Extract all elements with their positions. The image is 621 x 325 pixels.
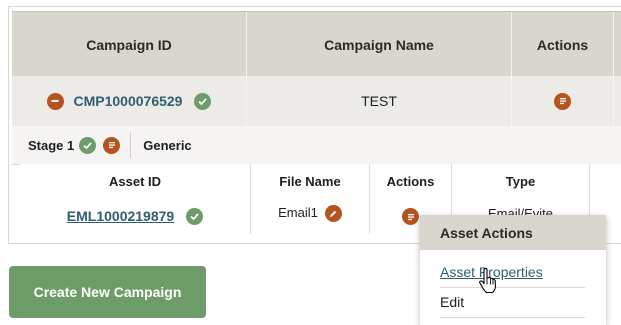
header-asset-id: Asset ID <box>108 173 162 189</box>
asset-actions-dropdown: Asset Actions Asset Properties Edit <box>420 215 606 325</box>
asset-table-header: Asset ID File Name Actions Type <box>20 164 621 199</box>
column-divider <box>589 164 590 198</box>
campaign-row: CMP1000076529 TEST <box>12 76 621 126</box>
check-icon <box>194 92 212 110</box>
actions-menu-icon[interactable] <box>554 92 571 110</box>
header-file-name: File Name <box>279 173 341 189</box>
campaign-id-cell: CMP1000076529 <box>12 76 246 126</box>
header-campaign-id: Campaign ID <box>86 36 172 53</box>
campaign-actions-cell <box>512 76 613 126</box>
menu-item-edit[interactable]: Edit <box>440 287 585 317</box>
campaign-table-header: Campaign ID Campaign Name Actions <box>12 11 621 77</box>
file-name-cell: Email1 <box>251 198 369 234</box>
header-campaign-name: Campaign Name <box>324 36 434 53</box>
column-divider <box>613 76 614 126</box>
asset-id-cell: EML1000219879 <box>20 198 250 234</box>
check-icon <box>186 207 204 225</box>
file-name: Email1 <box>278 205 318 220</box>
dropdown-title: Asset Actions <box>420 215 606 250</box>
stage-type: Generic <box>143 137 192 153</box>
stage-label: Stage 1 <box>28 137 75 153</box>
header-actions: Actions <box>536 36 589 53</box>
menu-divider <box>440 317 585 318</box>
stage-divider <box>130 132 132 158</box>
hand-pointer-icon <box>478 267 498 299</box>
create-new-campaign-button[interactable]: Create New Campaign <box>9 266 206 318</box>
check-icon <box>79 136 97 154</box>
stage-row: Stage 1 Generic <box>12 126 621 165</box>
edit-pencil-icon[interactable] <box>324 205 342 222</box>
column-divider <box>613 12 614 77</box>
campaign-id-link[interactable]: CMP1000076529 <box>74 93 183 109</box>
asset-id-link[interactable]: EML1000219879 <box>67 208 174 224</box>
header-asset-actions: Actions <box>386 173 435 189</box>
campaign-name-cell: TEST <box>361 93 397 109</box>
collapse-minus-icon[interactable] <box>46 92 64 110</box>
actions-menu-icon[interactable] <box>103 136 121 154</box>
menu-item-asset-properties[interactable]: Asset Properties <box>440 257 585 287</box>
header-type: Type <box>505 173 536 189</box>
actions-menu-icon[interactable] <box>402 208 419 225</box>
